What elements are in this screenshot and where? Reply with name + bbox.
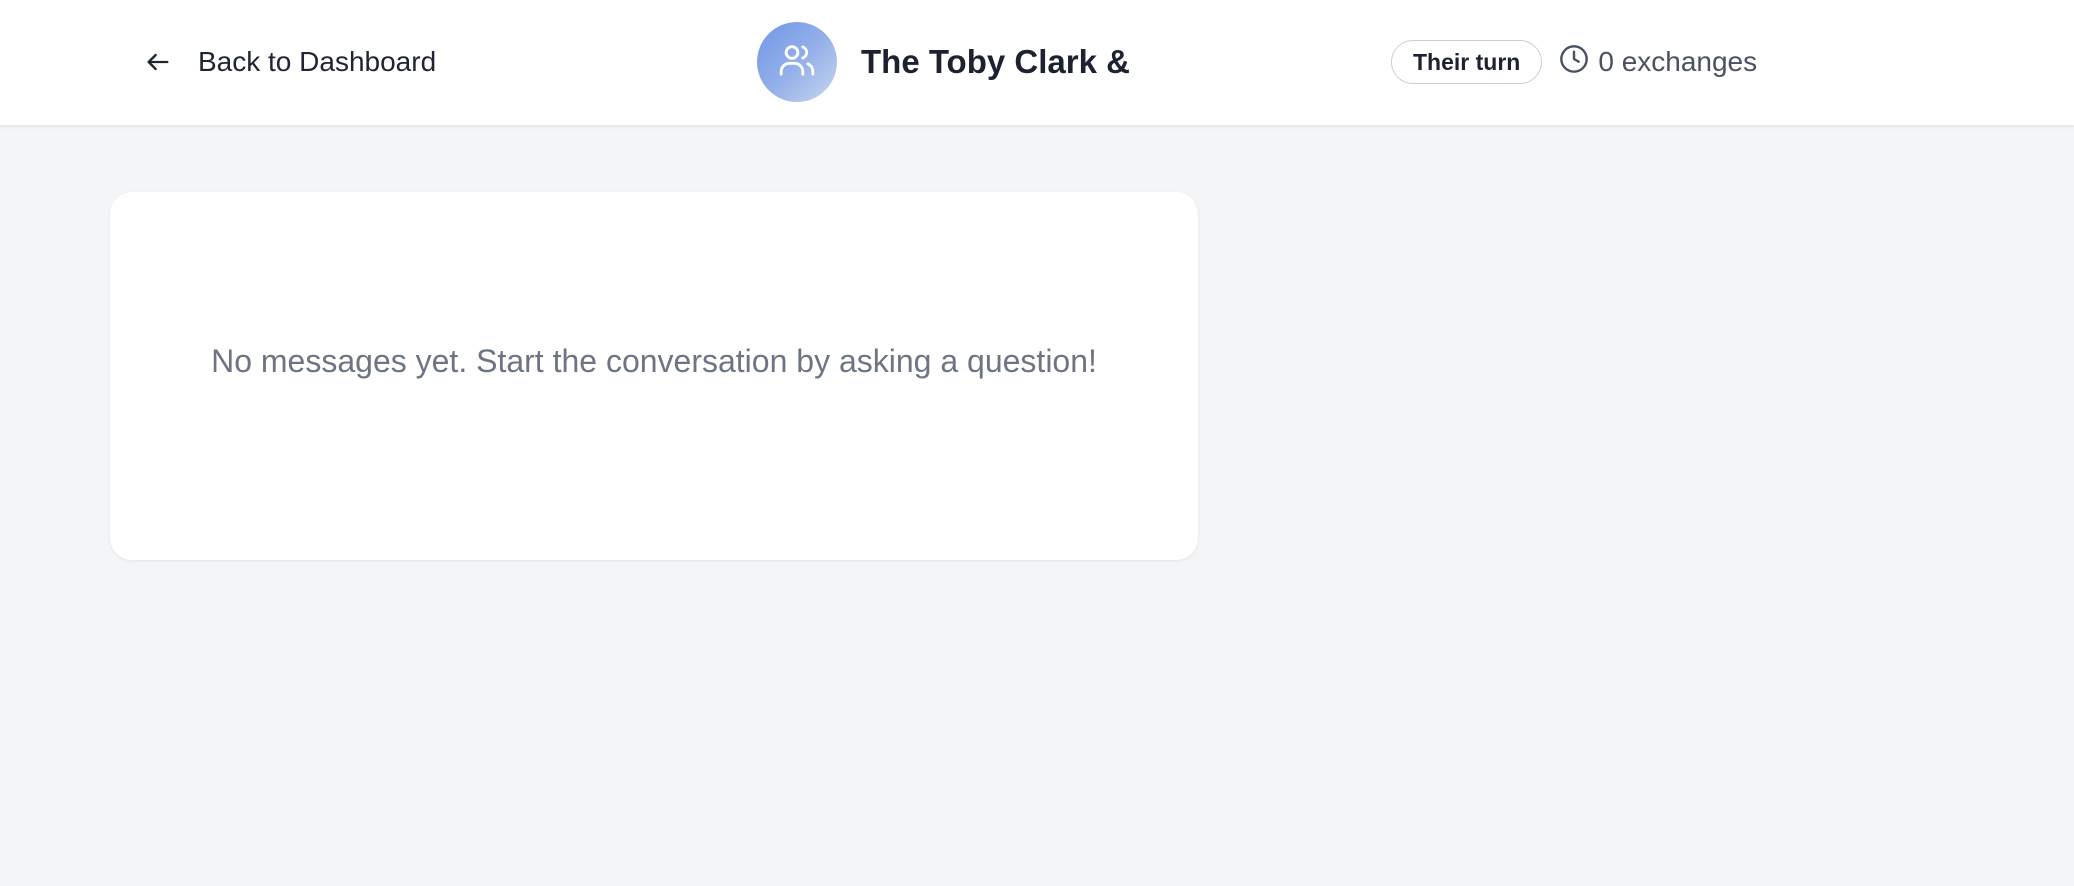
back-to-dashboard-button[interactable]: Back to Dashboard [132,34,448,90]
arrow-left-icon [144,48,172,76]
empty-messages-text: No messages yet. Start the conversation … [211,342,1097,379]
exchanges-count: 0 exchanges [1558,43,1757,82]
conversation-header: The Toby Clark & [757,22,1130,102]
users-icon [777,40,817,85]
conversation-status: Their turn 0 exchanges [1391,40,1757,84]
back-to-dashboard-label: Back to Dashboard [198,46,437,77]
avatar [757,22,837,102]
messages-panel: No messages yet. Start the conversation … [110,192,1198,560]
top-bar: Back to Dashboard The Toby Clark & Their… [0,0,2074,127]
turn-status-badge: Their turn [1391,40,1543,84]
exchanges-label: 0 exchanges [1598,46,1758,77]
conversation-title: The Toby Clark & [861,43,1130,80]
clock-icon [1558,43,1590,82]
